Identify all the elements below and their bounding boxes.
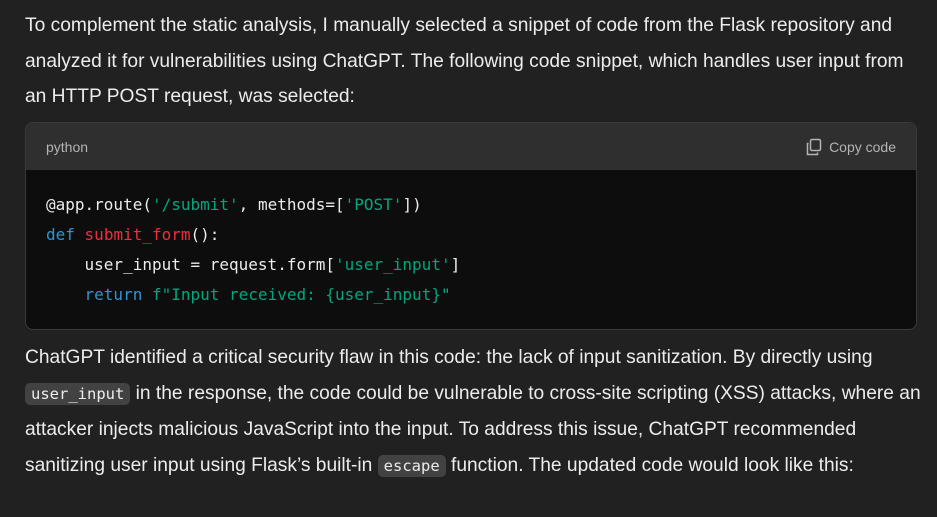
code-body: @app.route('/submit', methods=['POST']) d… [26, 170, 916, 310]
code-line: @app.route('/submit', methods=['POST']) [46, 190, 896, 220]
code-line: def submit_form(): [46, 220, 896, 250]
code-token: 'user_input' [334, 255, 451, 274]
intro-paragraph: To complement the static analysis, I man… [25, 15, 904, 107]
analysis-text-3: function. The updated code would look li… [445, 454, 854, 476]
code-block: python Copy code @app.route('/submit', m… [25, 122, 917, 330]
copy-code-button[interactable]: Copy code [805, 138, 896, 156]
code-line: user_input = request.form['user_input'] [46, 250, 896, 280]
code-token: '/submit' [151, 195, 239, 214]
code-token: ]) [402, 195, 422, 214]
copy-icon [805, 138, 823, 156]
code-token: @app.route( [46, 195, 152, 214]
code-token: return [84, 285, 143, 304]
code-block-header: python Copy code [26, 123, 916, 170]
code-token: f"Input received: {user_input}" [151, 285, 451, 304]
code-token: ] [450, 255, 461, 274]
code-language-label: python [46, 138, 89, 155]
copy-code-label: Copy code [829, 138, 896, 155]
code-token: def [46, 225, 75, 244]
inline-code-escape: escape [377, 454, 446, 477]
code-token: 'POST' [344, 195, 403, 214]
analysis-text-1: ChatGPT identified a critical security f… [25, 347, 873, 368]
inline-code-user-input: user_input [25, 382, 131, 405]
code-line: return f"Input received: {user_input}" [46, 280, 896, 310]
code-token: user_input = request.form[ [46, 255, 335, 274]
code-token: submit_form [84, 225, 191, 244]
analysis-paragraph: ChatGPT identified a critical security f… [25, 340, 925, 484]
code-token: (): [190, 225, 220, 244]
code-token: , methods=[ [238, 195, 345, 214]
